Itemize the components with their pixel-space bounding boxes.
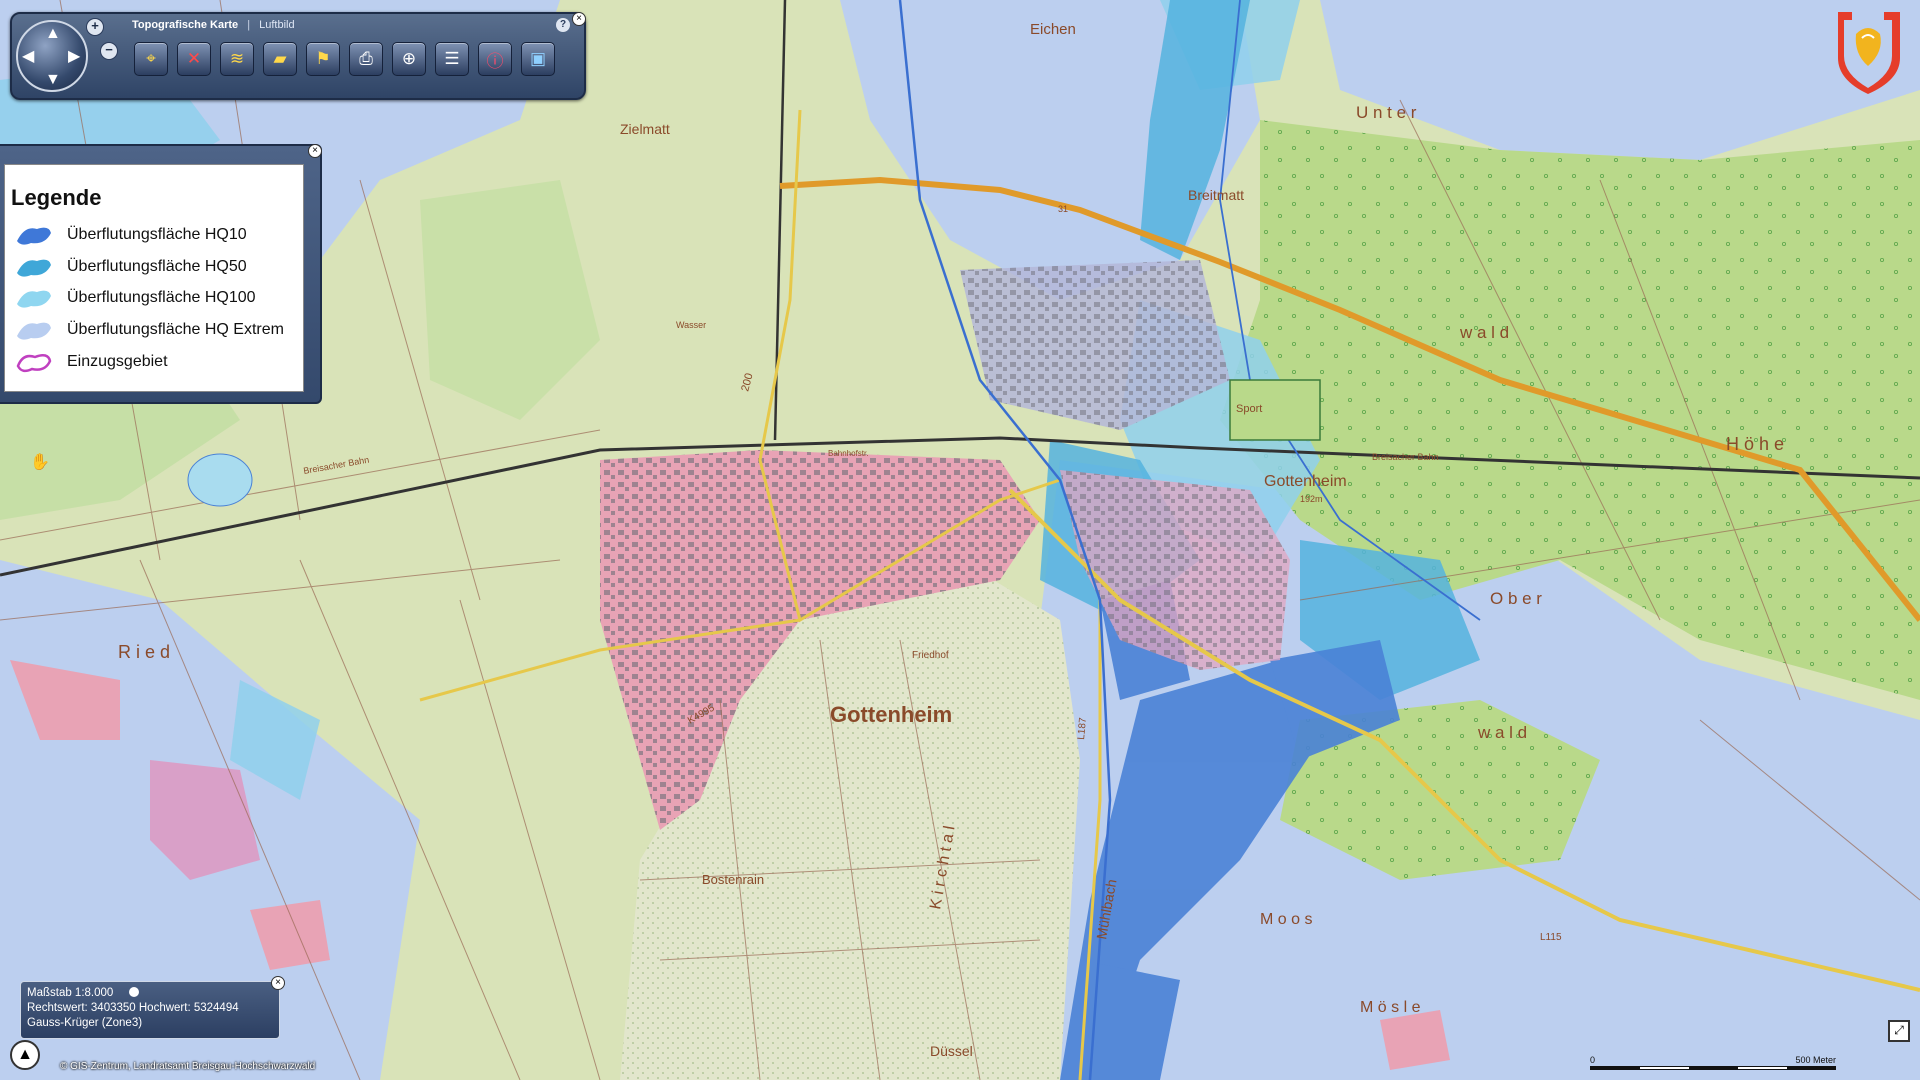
toolbar: ▲ ▼ ◀ ▶ + − Topografische Karte | Luftbi…: [10, 12, 586, 100]
legend-label-hq10: Überflutungsfläche HQ10: [67, 226, 247, 243]
pan-up-icon[interactable]: ▲: [45, 26, 61, 42]
coordinate-info-box: × Maßstab 1:8.000 Rechtswert: 3403350 Ho…: [20, 976, 285, 1039]
label-unter: U n t e r: [1356, 103, 1417, 122]
tab-separator: |: [247, 19, 251, 31]
legend-label-hq50: Überflutungsfläche HQ50: [67, 258, 247, 275]
north-arrow-icon: ▲: [10, 1040, 40, 1070]
profile-chart-icon: ≋: [229, 49, 245, 68]
crosshair-icon: ⊕: [401, 49, 417, 68]
label-road-l187: L187: [1076, 717, 1089, 741]
label-friedhof: Friedhof: [912, 650, 949, 661]
measure-tool-button[interactable]: ✕: [177, 42, 211, 76]
zoom-in-button[interactable]: +: [86, 18, 104, 36]
pan-left-icon[interactable]: ◀: [22, 49, 34, 65]
landratsamt-logo: [1838, 12, 1900, 94]
area-tool-button[interactable]: ▰: [263, 42, 297, 76]
label-eichen: Eichen: [1030, 21, 1076, 38]
lake: [187, 453, 253, 507]
legend-swatch-hq50: [17, 259, 51, 277]
profile-tool-button[interactable]: ≋: [220, 42, 254, 76]
scale-bar: 0 500 Meter: [1590, 1055, 1836, 1075]
label-wald-1: w a l d: [1459, 323, 1509, 342]
legend-item-hq100: Überflutungsfläche HQ100: [15, 284, 256, 312]
binoculars-icon: ⌖: [146, 49, 156, 68]
label-moos: M o o s: [1260, 911, 1312, 928]
hand-cursor-icon: ✋: [30, 454, 50, 471]
flag-icon: ⚑: [315, 49, 331, 68]
zoom-out-button[interactable]: −: [100, 42, 118, 60]
label-ried: R i e d: [118, 642, 170, 662]
info-tool-button[interactable]: ⓘ: [478, 42, 512, 76]
legend-swatch-hq100: [17, 290, 51, 308]
legend-content: Legende Überflutungsfläche HQ10 Überflut…: [4, 164, 304, 392]
save-icon: ▣: [529, 49, 547, 68]
legend-close-button[interactable]: ×: [308, 144, 322, 158]
ruler-cross-icon: ✕: [186, 49, 202, 68]
tab-luftbild[interactable]: Luftbild: [259, 19, 294, 31]
legend-swatch-einzugsgebiet: [16, 353, 52, 373]
label-dussel: Düssel: [930, 1043, 973, 1059]
scalebar-track: [1590, 1066, 1836, 1070]
help-button[interactable]: ?: [556, 18, 570, 32]
legend-panel: × Legende Überflutungsfläche HQ10 Überfl…: [0, 144, 322, 404]
label-road-b31: 31: [1058, 204, 1068, 214]
fullscreen-button[interactable]: ⤢: [1888, 1020, 1910, 1042]
label-road-l115: L115: [1540, 932, 1562, 943]
label-zielmatt: Zielmatt: [620, 121, 670, 137]
basemap-tabs: Topografische Karte | Luftbild: [132, 19, 295, 31]
legend-swatch-hq10: [17, 227, 51, 245]
label-ober: O b e r: [1490, 589, 1542, 608]
coordinate-readout: Rechtswert: 3403350 Hochwert: 5324494: [27, 1002, 239, 1014]
legend-item-hq50: Überflutungsfläche HQ50: [15, 253, 247, 281]
legend-item-hq-extrem: Überflutungsfläche HQ Extrem: [15, 316, 284, 344]
info-icon: ⓘ: [486, 51, 504, 71]
label-gottenheim-elev: 192m: [1300, 494, 1323, 504]
legend-label-hq100: Überflutungsfläche HQ100: [67, 289, 256, 306]
label-hohe: H ö h e: [1726, 434, 1784, 454]
print-tool-button[interactable]: ⎙: [349, 42, 383, 76]
label-wald-2: w a l d: [1477, 723, 1527, 742]
label-bostenrain: Bostenrain: [702, 872, 764, 887]
legend-item-einzugsgebiet: Einzugsgebiet: [15, 348, 168, 376]
label-gottenheim-small: Gottenheim: [1264, 473, 1347, 490]
scalebar-start-label: 0: [1590, 1055, 1596, 1065]
toolbar-close-button[interactable]: ×: [572, 12, 586, 26]
export-tool-button[interactable]: ▣: [521, 42, 555, 76]
pan-tool-button[interactable]: ⌖: [134, 42, 168, 76]
crs-readout: Gauss-Krüger (Zone3): [27, 1017, 143, 1029]
label-wasser: Wasser: [676, 320, 706, 330]
scale-settings-icon[interactable]: [129, 987, 139, 997]
legend-label-hq-extrem: Überflutungsfläche HQ Extrem: [67, 321, 284, 338]
legend-label-einzugsgebiet: Einzugsgebiet: [67, 353, 168, 370]
printer-icon: ⎙: [359, 49, 373, 68]
locate-tool-button[interactable]: ⊕: [392, 42, 426, 76]
area-icon: ▰: [273, 49, 287, 68]
label-sport: Sport: [1236, 403, 1262, 415]
label-mosle: M ö s l e: [1360, 999, 1421, 1016]
document-icon: ☰: [444, 49, 460, 68]
pan-right-icon[interactable]: ▶: [68, 49, 80, 65]
label-bahnhof: Bahnhofstr.: [828, 449, 868, 458]
legend-title: Legende: [11, 185, 102, 210]
label-breitmatt: Breitmatt: [1188, 187, 1244, 203]
scalebar-end-label: 500 Meter: [1795, 1055, 1836, 1065]
pan-navigation-wheel[interactable]: ▲ ▼ ◀ ▶: [16, 20, 88, 92]
label-gottenheim-big: Gottenheim: [830, 702, 952, 727]
tab-topografische-karte[interactable]: Topografische Karte: [132, 19, 238, 31]
report-tool-button[interactable]: ☰: [435, 42, 469, 76]
coordinate-box-close-button[interactable]: ×: [271, 976, 285, 990]
scale-readout: Maßstab 1:8.000: [27, 987, 114, 999]
copyright-text: © GIS-Zentrum, Landratsamt Breisgau-Hoch…: [60, 1061, 316, 1072]
pan-down-icon[interactable]: ▼: [45, 72, 61, 88]
marker-tool-button[interactable]: ⚑: [306, 42, 340, 76]
label-bahn-2: Breisacher Bahn: [1372, 452, 1439, 462]
legend-swatch-hq-extrem: [17, 322, 51, 340]
legend-item-hq10: Überflutungsfläche HQ10: [15, 221, 247, 249]
